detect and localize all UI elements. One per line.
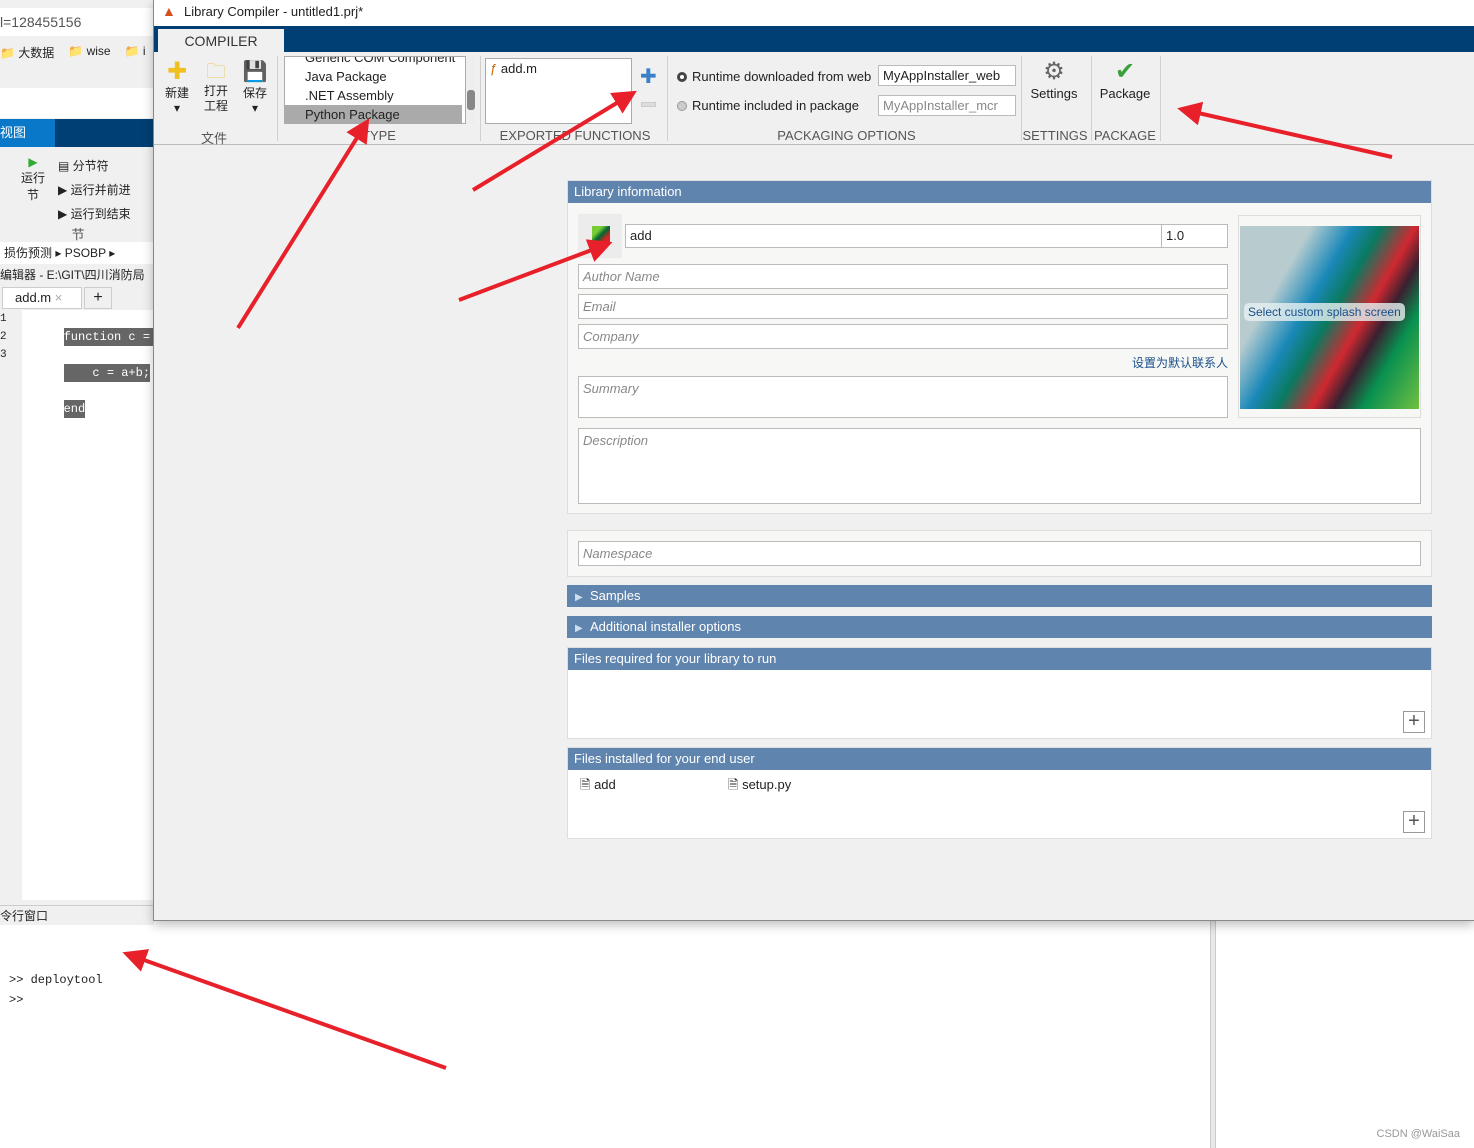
author-name-input[interactable]: Author Name bbox=[578, 264, 1228, 289]
mcr-installer-name-input[interactable]: MyAppInstaller_mcr bbox=[878, 95, 1016, 116]
tab-compiler[interactable]: COMPILER bbox=[158, 29, 284, 54]
pane-divider[interactable] bbox=[1210, 921, 1216, 1148]
section-group-label: 节 bbox=[71, 227, 85, 242]
expand-icon: ▶ bbox=[575, 623, 583, 634]
run-section-icon: ▶ bbox=[28, 155, 38, 169]
installer-options-section[interactable]: ▶ Additional installer options bbox=[567, 616, 1432, 638]
set-default-contact-link[interactable]: 设置为默认联系人 bbox=[1068, 354, 1228, 371]
run-section-button[interactable]: ▶ 运行 节 bbox=[20, 155, 46, 203]
save-button[interactable]: 💾 保存 ▾ bbox=[240, 60, 270, 115]
library-information-header: Library information bbox=[568, 181, 1431, 203]
type-item[interactable]: .NET Assembly bbox=[285, 86, 465, 105]
close-icon[interactable]: × bbox=[55, 290, 63, 305]
save-icon: 💾 bbox=[242, 61, 268, 83]
type-scrollbar[interactable] bbox=[467, 56, 475, 124]
package-button[interactable]: ✔ Package bbox=[1094, 58, 1156, 101]
namespace-panel: Namespace bbox=[567, 530, 1432, 577]
files-installed-panel: Files installed for your end user 🗎 add … bbox=[567, 747, 1432, 839]
runtime-web-radio[interactable]: Runtime downloaded from web bbox=[677, 69, 871, 84]
folder-icon: 🗀 bbox=[206, 61, 226, 83]
add-function-button[interactable]: ✚ bbox=[640, 64, 657, 89]
type-item[interactable]: Java Package bbox=[285, 67, 465, 86]
library-icon[interactable] bbox=[578, 214, 622, 258]
type-item[interactable]: Generic COM Component bbox=[285, 57, 465, 67]
files-required-header: Files required for your library to run bbox=[568, 648, 1431, 670]
runtime-included-radio[interactable]: Runtime included in package bbox=[677, 98, 859, 113]
add-tab-button[interactable]: + bbox=[84, 287, 112, 309]
version-input[interactable]: 1.0 bbox=[1161, 224, 1228, 248]
select-splash-button[interactable]: Select custom splash screen bbox=[1244, 303, 1405, 321]
run-advance-button[interactable]: ▶ 运行并前进 bbox=[58, 178, 131, 202]
file-icon: 🗎 bbox=[580, 777, 591, 792]
exported-file[interactable]: ƒ add.m bbox=[490, 61, 627, 76]
window-title: Library Compiler - untitled1.prj* bbox=[184, 4, 364, 19]
section-items: ▤ 分节符 ▶ 运行并前进 ▶ 运行到结束 bbox=[58, 154, 131, 226]
breadcrumb: 损伤预测 ▸ PSOBP ▸ bbox=[0, 242, 154, 264]
company-input[interactable]: Company bbox=[578, 324, 1228, 349]
library-compiler-window: ▲ Library Compiler - untitled1.prj* COMP… bbox=[153, 0, 1474, 921]
matlab-logo-icon: ▲ bbox=[162, 3, 176, 19]
installed-file[interactable]: 🗎 add bbox=[580, 776, 616, 798]
namespace-input[interactable]: Namespace bbox=[578, 541, 1421, 566]
matlab-background: l=128455156 📁 大数据 📁 wise 📁 i 视图 ▶ 运行 节 ▤ … bbox=[0, 0, 172, 920]
breadcrumb-item[interactable]: 损伤预测 bbox=[4, 246, 52, 260]
description-input[interactable]: Description bbox=[578, 428, 1421, 504]
code-editor[interactable]: function c = ad c = a+b; end bbox=[22, 310, 172, 900]
expand-icon: ▶ bbox=[575, 592, 583, 603]
new-button[interactable]: ✚ 新建 ▾ bbox=[162, 58, 192, 116]
exported-functions-list[interactable]: ƒ add.m bbox=[485, 58, 632, 124]
function-file-icon: ƒ bbox=[490, 61, 498, 76]
add-required-file-button[interactable]: + bbox=[1403, 711, 1425, 733]
checkmark-icon: ✔ bbox=[1114, 58, 1136, 85]
remove-function-button[interactable] bbox=[641, 102, 656, 107]
package-group-label: PACKAGE bbox=[1094, 128, 1156, 143]
library-information-panel: Library information add 1.0 Author Name … bbox=[567, 180, 1432, 514]
type-list[interactable]: Generic COM Component Java Package .NET … bbox=[284, 56, 466, 124]
editor-title: 编辑器 - E:\GIT\四川消防局 bbox=[0, 268, 145, 282]
files-installed-header: Files installed for your end user bbox=[568, 748, 1431, 770]
summary-input[interactable]: Summary bbox=[578, 376, 1228, 418]
radio-unselected[interactable] bbox=[677, 100, 687, 111]
run-to-end-button[interactable]: ▶ 运行到结束 bbox=[58, 202, 131, 226]
breadcrumb-item[interactable]: PSOBP bbox=[65, 246, 106, 260]
section-break-button[interactable]: ▤ 分节符 bbox=[58, 154, 131, 178]
toolstrip: ✚ 新建 ▾ 🗀 打开 工程 💾 保存 ▾ 文件 Generic COM Componen… bbox=[154, 52, 1474, 146]
open-project-button[interactable]: 🗀 打开 工程 bbox=[201, 60, 231, 114]
tab-view[interactable]: 视图 bbox=[0, 119, 55, 147]
toolstrip-band bbox=[154, 26, 1474, 52]
title-bar: ▲ Library Compiler - untitled1.prj* bbox=[154, 0, 1474, 26]
splash-image: Select custom splash screen bbox=[1240, 226, 1419, 409]
watermark: CSDN @WaiSaa bbox=[1376, 1128, 1461, 1140]
bookmark[interactable]: 📁 wise bbox=[68, 44, 110, 61]
exported-group-label: EXPORTED FUNCTIONS bbox=[499, 128, 651, 143]
radio-selected[interactable] bbox=[677, 71, 687, 82]
library-name-input[interactable]: add bbox=[625, 224, 1162, 248]
line-numbers: 123 bbox=[0, 310, 22, 900]
plus-icon: ✚ bbox=[166, 58, 188, 85]
email-input[interactable]: Email bbox=[578, 294, 1228, 319]
packaging-group-label: PACKAGING OPTIONS bbox=[777, 128, 916, 143]
splash-screen-area[interactable]: Select custom splash screen bbox=[1238, 215, 1421, 418]
bookmarks-bar: 📁 大数据 📁 wise 📁 i bbox=[0, 44, 146, 61]
editor-tab[interactable]: add.m × bbox=[2, 287, 82, 309]
settings-button[interactable]: ⚙ Settings bbox=[1024, 58, 1084, 101]
file-icon: 🗎 bbox=[728, 777, 739, 792]
ribbon-band: 视图 bbox=[0, 119, 154, 147]
type-item-selected[interactable]: Python Package bbox=[285, 105, 462, 123]
web-installer-name-input[interactable]: MyAppInstaller_web bbox=[878, 65, 1016, 86]
add-installed-file-button[interactable]: + bbox=[1403, 811, 1425, 833]
blank-bar bbox=[0, 88, 154, 118]
command-window-title: 令行窗口 bbox=[0, 905, 154, 925]
settings-group-label: SETTINGS bbox=[1022, 128, 1088, 143]
samples-section[interactable]: ▶ Samples bbox=[567, 585, 1432, 607]
gear-icon: ⚙ bbox=[1043, 58, 1065, 85]
file-group-label: 文件 bbox=[200, 131, 227, 146]
files-required-panel: Files required for your library to run + bbox=[567, 647, 1432, 739]
type-group-label: TYPE bbox=[362, 128, 396, 143]
installed-file[interactable]: 🗎 setup.py bbox=[728, 776, 791, 798]
address-bar[interactable]: l=128455156 bbox=[0, 8, 154, 36]
bookmark[interactable]: 📁 i bbox=[125, 44, 146, 61]
command-window[interactable]: >> deploytool >> bbox=[5, 930, 1210, 1148]
bookmark[interactable]: 📁 大数据 bbox=[0, 44, 54, 61]
